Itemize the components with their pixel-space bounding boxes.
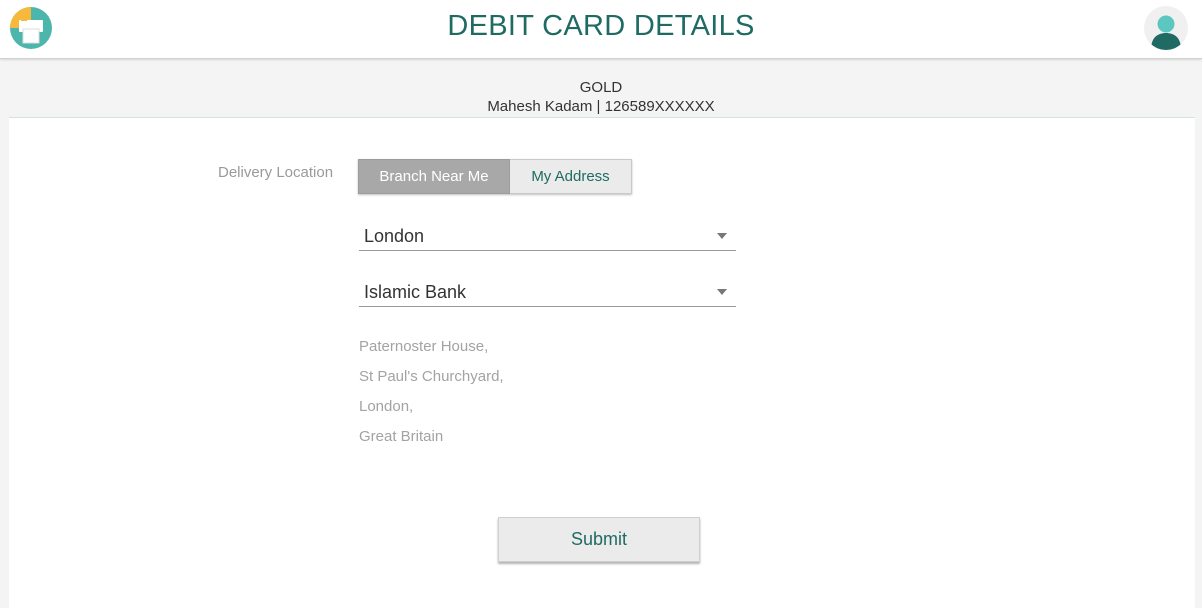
submit-button[interactable]: Submit xyxy=(498,517,700,562)
app-header: DEBIT CARD DETAILS xyxy=(0,0,1202,59)
delivery-location-toggle: Branch Near Me My Address xyxy=(358,159,632,194)
address-line: London, xyxy=(359,398,414,415)
branch-select[interactable]: Islamic Bank xyxy=(359,277,736,307)
caret-down-icon xyxy=(717,233,727,239)
city-select[interactable]: London xyxy=(359,221,736,251)
address-line: St Paul's Churchyard, xyxy=(359,368,504,385)
caret-down-icon xyxy=(717,289,727,295)
delivery-location-label: Delivery Location xyxy=(218,164,334,181)
card-holder-line: Mahesh Kadam | 126589XXXXXX xyxy=(487,98,715,115)
my-address-button[interactable]: My Address xyxy=(510,159,632,194)
page-title: DEBIT CARD DETAILS xyxy=(447,10,755,42)
city-select-value: London xyxy=(364,226,425,246)
branch-select-value: Islamic Bank xyxy=(364,282,467,302)
card-type: GOLD xyxy=(579,79,623,96)
card-summary: GOLD Mahesh Kadam | 126589XXXXXX xyxy=(0,60,1202,117)
branch-near-me-button[interactable]: Branch Near Me xyxy=(358,159,510,194)
address-line: Paternoster House, xyxy=(359,338,489,355)
user-avatar-icon[interactable] xyxy=(1144,6,1188,50)
address-line: Great Britain xyxy=(359,428,444,445)
